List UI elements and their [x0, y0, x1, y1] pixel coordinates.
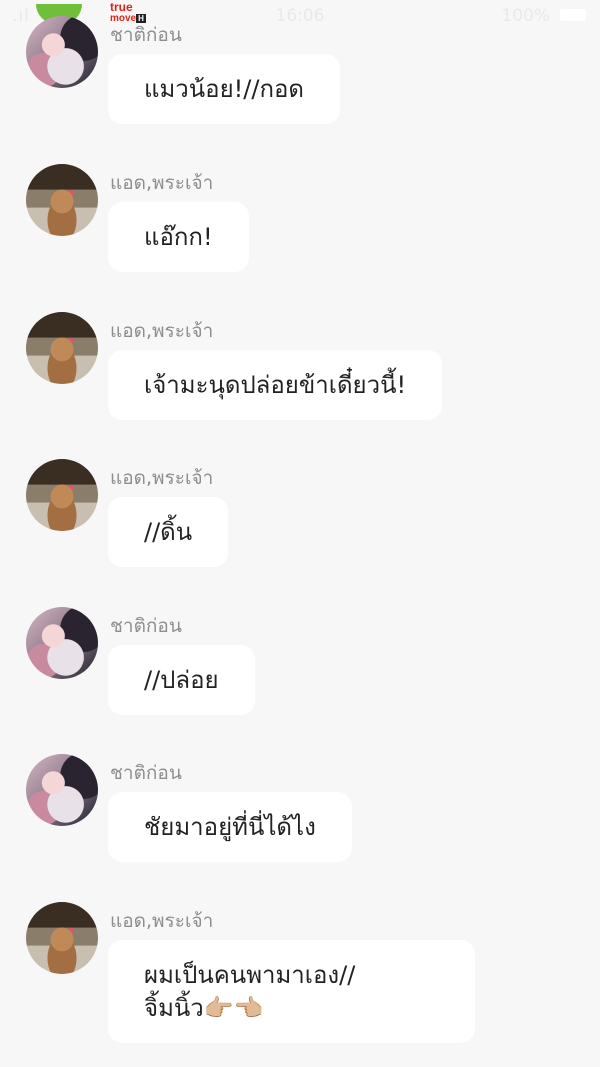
- message-text: ชัยมาอยู่ที่นี่ได้ไง: [144, 813, 316, 841]
- avatar[interactable]: [26, 164, 98, 236]
- message-bubble[interactable]: แมวน้อย!//กอด: [108, 54, 340, 124]
- message-text: //ปล่อย: [144, 666, 219, 694]
- avatar[interactable]: [26, 607, 98, 679]
- avatar[interactable]: [26, 754, 98, 826]
- status-bar: .ıl true move H 16:06 100%: [0, 0, 600, 30]
- message-text: //ดิ้น: [144, 518, 193, 546]
- message-text: แมวน้อย!//กอด: [144, 75, 304, 103]
- message-text: ผมเป็นคนพามาเอง//: [144, 961, 356, 989]
- sender-name: แอด,พระเจ้า: [110, 320, 214, 342]
- battery-percent: 100%: [501, 6, 550, 26]
- message-bubble[interactable]: ผมเป็นคนพามาเอง// จิ้มนิ้ว👉🏼👈🏼: [108, 940, 476, 1043]
- message-bubble[interactable]: เจ้ามะนุดปล่อยข้าเดี๋ยวนี้!: [108, 350, 443, 420]
- message-text: แอ๊กก!: [144, 223, 213, 251]
- sender-name: ชาติก่อน: [110, 615, 182, 637]
- message-bubble[interactable]: แอ๊กก!: [108, 202, 249, 272]
- sender-name: แอด,พระเจ้า: [110, 910, 214, 932]
- message-bubble[interactable]: //ปล่อย: [108, 645, 255, 715]
- avatar[interactable]: [26, 459, 98, 531]
- sender-name: ชาติก่อน: [110, 762, 182, 784]
- avatar[interactable]: [26, 902, 98, 974]
- message-text: เจ้ามะนุดปล่อยข้าเดี๋ยวนี้!: [144, 371, 407, 399]
- battery-icon: [560, 9, 586, 21]
- message-text: จิ้มนิ้ว👉🏼👈🏼: [144, 994, 264, 1022]
- message-bubble[interactable]: //ดิ้น: [108, 497, 229, 567]
- avatar[interactable]: [26, 16, 98, 88]
- avatar[interactable]: [26, 312, 98, 384]
- sender-name: แอด,พระเจ้า: [110, 467, 214, 489]
- message-bubble[interactable]: ชัยมาอยู่ที่นี่ได้ไง: [108, 792, 352, 862]
- sender-name: แอด,พระเจ้า: [110, 172, 214, 194]
- sender-name: ชาติก่อน: [110, 24, 182, 46]
